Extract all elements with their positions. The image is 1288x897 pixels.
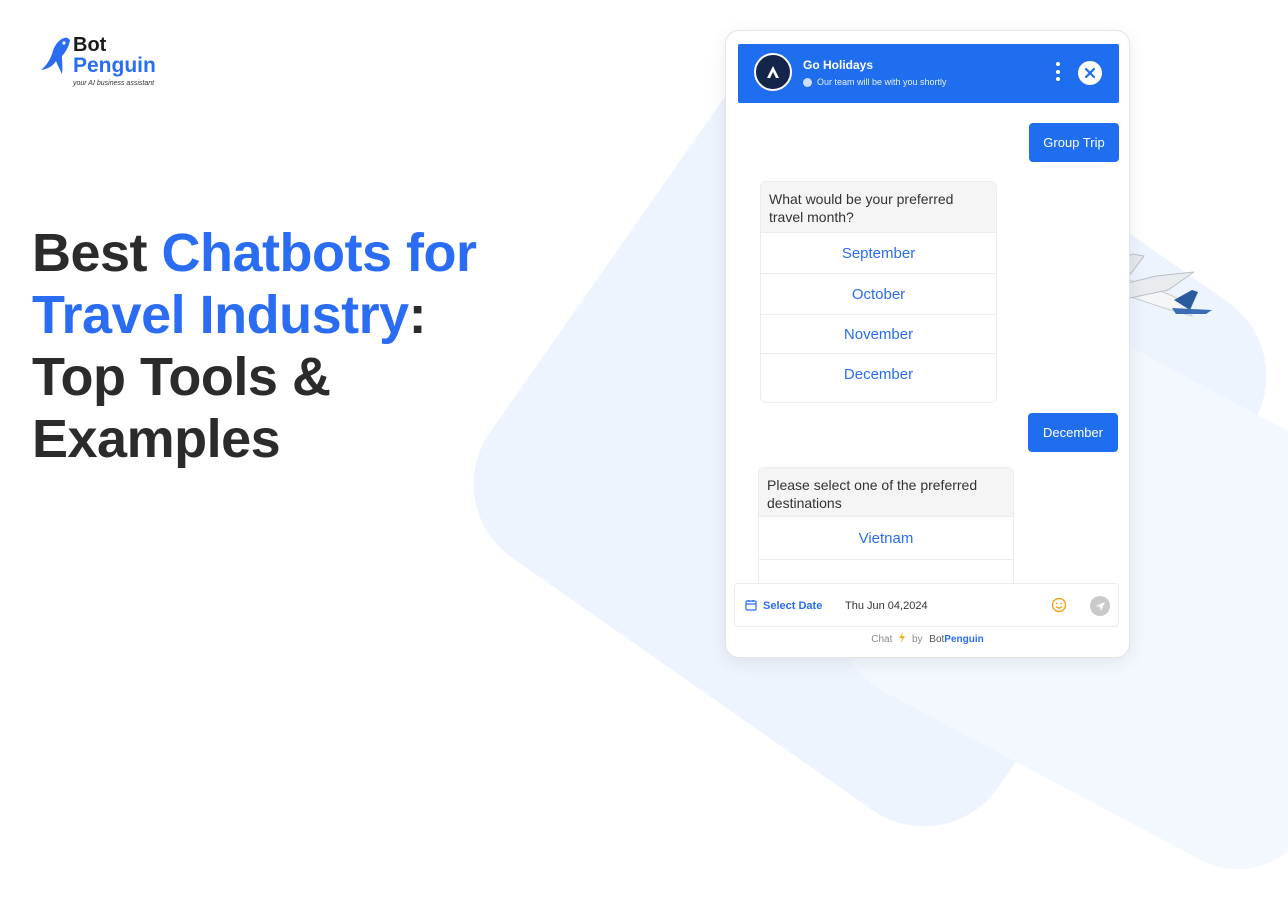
select-date-button[interactable]: Select Date (763, 600, 822, 612)
option-november[interactable]: November (761, 314, 996, 353)
title-line: Examples (32, 409, 281, 469)
close-icon (1084, 67, 1096, 79)
option-october[interactable]: October (761, 273, 996, 314)
bot-message-card: Please select one of the preferred desti… (758, 467, 1014, 598)
lightning-icon (899, 632, 906, 643)
logo-text-penguin: Penguin (73, 54, 156, 77)
title-highlight: Travel Industry (32, 285, 409, 345)
title-highlight: Chatbots for (161, 223, 477, 283)
bot-avatar (754, 53, 792, 91)
footer-brand[interactable]: BotPenguin (929, 634, 983, 645)
bot-message-card: What would be your preferred travel mont… (760, 181, 997, 403)
penguin-logo-icon (41, 37, 70, 74)
chat-input-bar[interactable]: Select Date Thu Jun 04,2024 (734, 583, 1119, 627)
bot-question: Please select one of the preferred desti… (759, 468, 1013, 516)
title-part: : (408, 285, 427, 345)
chat-header: Go Holidays Our team will be with you sh… (738, 44, 1119, 103)
clock-icon (803, 77, 812, 87)
bot-status-text: Our team will be with you shortly (817, 77, 947, 87)
logo-tagline: your AI business assistant (73, 80, 155, 87)
footer-brand-penguin: Penguin (944, 634, 984, 645)
footer-by: by (911, 634, 923, 645)
user-message: December (1028, 413, 1118, 452)
option-december[interactable]: December (761, 353, 996, 394)
title-line: Top Tools & (32, 347, 331, 407)
chat-widget: Go Holidays Our team will be with you sh… (725, 30, 1130, 658)
option-september[interactable]: September (761, 232, 996, 273)
calendar-icon (745, 600, 757, 611)
user-message: Group Trip (1029, 123, 1119, 162)
logo-text-bot: Bot (73, 34, 107, 56)
emoji-icon[interactable] (1051, 597, 1067, 613)
bot-status: Our team will be with you shortly (803, 77, 947, 87)
bot-question: What would be your preferred travel mont… (761, 182, 996, 232)
powered-by-footer: Chat by BotPenguin (726, 632, 1129, 645)
bot-name: Go Holidays (803, 58, 874, 72)
send-button[interactable] (1090, 596, 1110, 616)
title-part: Best (32, 223, 162, 283)
footer-brand-bot: Bot (929, 634, 945, 645)
more-options-icon[interactable] (1056, 62, 1062, 85)
page-title: Best Chatbots for Travel Industry: Top T… (32, 222, 552, 470)
bot-logo-icon (767, 66, 779, 78)
send-icon (1095, 601, 1105, 611)
date-value: Thu Jun 04,2024 (845, 600, 928, 612)
footer-chat: Chat (871, 634, 893, 645)
close-button[interactable] (1078, 61, 1102, 85)
option-vietnam[interactable]: Vietnam (759, 516, 1013, 559)
